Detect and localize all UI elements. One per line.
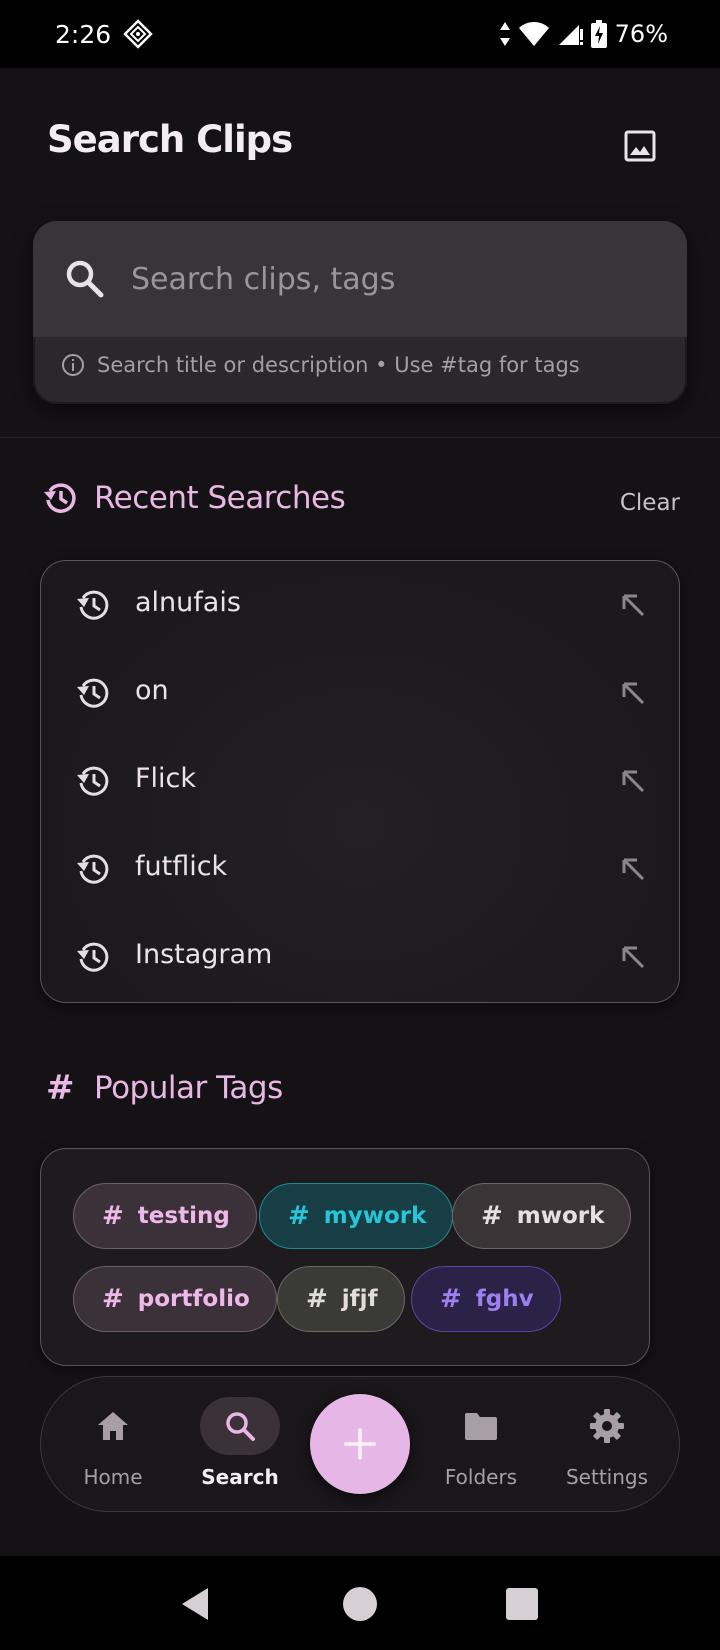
- tag-label: mywork: [323, 1203, 427, 1229]
- system-navigation-bar: [0, 1556, 720, 1650]
- history-icon: [44, 483, 76, 513]
- hashtag-icon: #: [288, 1201, 310, 1231]
- search-input[interactable]: [131, 251, 651, 307]
- clear-history-button[interactable]: Clear: [600, 485, 680, 521]
- image-icon: [624, 130, 656, 162]
- hashtag-icon: #: [46, 1068, 75, 1108]
- insert-query-arrow-icon[interactable]: [617, 765, 649, 797]
- history-icon: [77, 590, 109, 620]
- status-bar: 2:26 76%: [0, 0, 720, 68]
- nav-home-icon-wrap: [73, 1397, 153, 1455]
- tag-chip[interactable]: # fghv: [411, 1266, 561, 1332]
- nav-search[interactable]: Search: [185, 1377, 295, 1513]
- hashtag-icon: #: [481, 1201, 503, 1231]
- tag-label: testing: [137, 1203, 230, 1229]
- search-hint: Search title or description • Use #tag f…: [61, 353, 580, 377]
- tag-label: portfolio: [137, 1286, 250, 1312]
- search-icon: [226, 1412, 255, 1441]
- back-icon[interactable]: [176, 1584, 216, 1624]
- history-icon: [77, 678, 109, 708]
- cellular-signal-icon: [558, 25, 583, 45]
- tag-chip[interactable]: # jfjf: [277, 1266, 405, 1332]
- tag-chip[interactable]: # mywork: [259, 1183, 454, 1249]
- app-notification-icon: [123, 19, 153, 49]
- wifi-icon: [518, 22, 549, 46]
- history-icon: [77, 854, 109, 884]
- hashtag-icon: #: [102, 1284, 124, 1314]
- tag-chip[interactable]: # testing: [73, 1183, 257, 1249]
- nav-settings[interactable]: Settings: [552, 1377, 662, 1513]
- recent-searches-list: alnufais on Flick futflick Instagram: [40, 560, 680, 1003]
- nav-search-label: Search: [201, 1465, 279, 1489]
- recents-icon[interactable]: [502, 1584, 542, 1624]
- gear-icon: [590, 1409, 624, 1443]
- recent-search-item[interactable]: futflick: [41, 825, 681, 913]
- history-icon: [77, 766, 109, 796]
- insert-query-arrow-icon[interactable]: [617, 853, 649, 885]
- nav-settings-icon-wrap: [567, 1397, 647, 1455]
- recent-searches-title: Recent Searches: [94, 480, 346, 516]
- tag-label: mwork: [516, 1203, 605, 1229]
- battery-charging-icon: [590, 20, 607, 48]
- recent-search-label: on: [135, 675, 169, 706]
- recent-searches-header: Recent Searches: [42, 480, 346, 516]
- plus-icon: [344, 1428, 376, 1460]
- recent-search-label: Instagram: [135, 939, 273, 970]
- tag-chip[interactable]: # mwork: [452, 1183, 632, 1249]
- popular-tags-header: # Popular Tags: [42, 1068, 283, 1108]
- divider: [0, 437, 720, 438]
- recent-search-label: Flick: [135, 763, 197, 794]
- tag-label: jfjf: [341, 1286, 378, 1312]
- popular-tags-card: # testing # mywork # mwork # portfolio #…: [40, 1148, 650, 1366]
- data-transfer-icon: [499, 22, 510, 46]
- gallery-button[interactable]: [620, 124, 660, 168]
- page-title: Search Clips: [47, 118, 293, 161]
- tag-chip[interactable]: # portfolio: [73, 1266, 277, 1332]
- insert-query-arrow-icon[interactable]: [617, 677, 649, 709]
- hashtag-icon: #: [440, 1284, 462, 1314]
- home-circle-icon[interactable]: [340, 1584, 380, 1624]
- nav-search-icon-wrap: [200, 1397, 280, 1455]
- battery-percentage: 76%: [614, 20, 668, 48]
- nav-home[interactable]: Home: [58, 1377, 168, 1513]
- search-card: Search title or description • Use #tag f…: [33, 221, 687, 404]
- recent-search-item[interactable]: Instagram: [41, 913, 681, 1001]
- hashtag-icon: #: [102, 1201, 124, 1231]
- insert-query-arrow-icon[interactable]: [617, 941, 649, 973]
- nav-home-label: Home: [83, 1465, 143, 1489]
- tag-label: fghv: [475, 1286, 534, 1312]
- search-field[interactable]: [33, 221, 687, 337]
- nav-folders-label: Folders: [444, 1465, 518, 1489]
- home-icon: [98, 1412, 128, 1440]
- search-screen: 2:26 76% Search Clips Search clips, tags…: [0, 0, 720, 1650]
- status-time: 2:26: [55, 19, 112, 49]
- add-clip-button[interactable]: [310, 1394, 410, 1494]
- recent-search-label: alnufais: [135, 587, 241, 618]
- insert-query-arrow-icon[interactable]: [617, 589, 649, 621]
- nav-folders-icon-wrap: [441, 1397, 521, 1455]
- nav-settings-label: Settings: [565, 1465, 649, 1489]
- recent-search-item[interactable]: on: [41, 649, 681, 737]
- search-hint-text: Search title or description • Use #tag f…: [97, 353, 580, 377]
- popular-tags-title: Popular Tags: [94, 1070, 283, 1106]
- recent-search-item[interactable]: Flick: [41, 737, 681, 825]
- info-icon: [62, 354, 84, 376]
- status-indicators: 76%: [499, 20, 668, 48]
- folder-icon: [465, 1413, 497, 1440]
- search-icon: [66, 260, 104, 298]
- recent-search-item[interactable]: alnufais: [41, 561, 681, 649]
- hashtag-icon: #: [306, 1284, 328, 1314]
- recent-search-label: futflick: [135, 851, 228, 882]
- nav-folders[interactable]: Folders: [426, 1377, 536, 1513]
- history-icon: [77, 942, 109, 972]
